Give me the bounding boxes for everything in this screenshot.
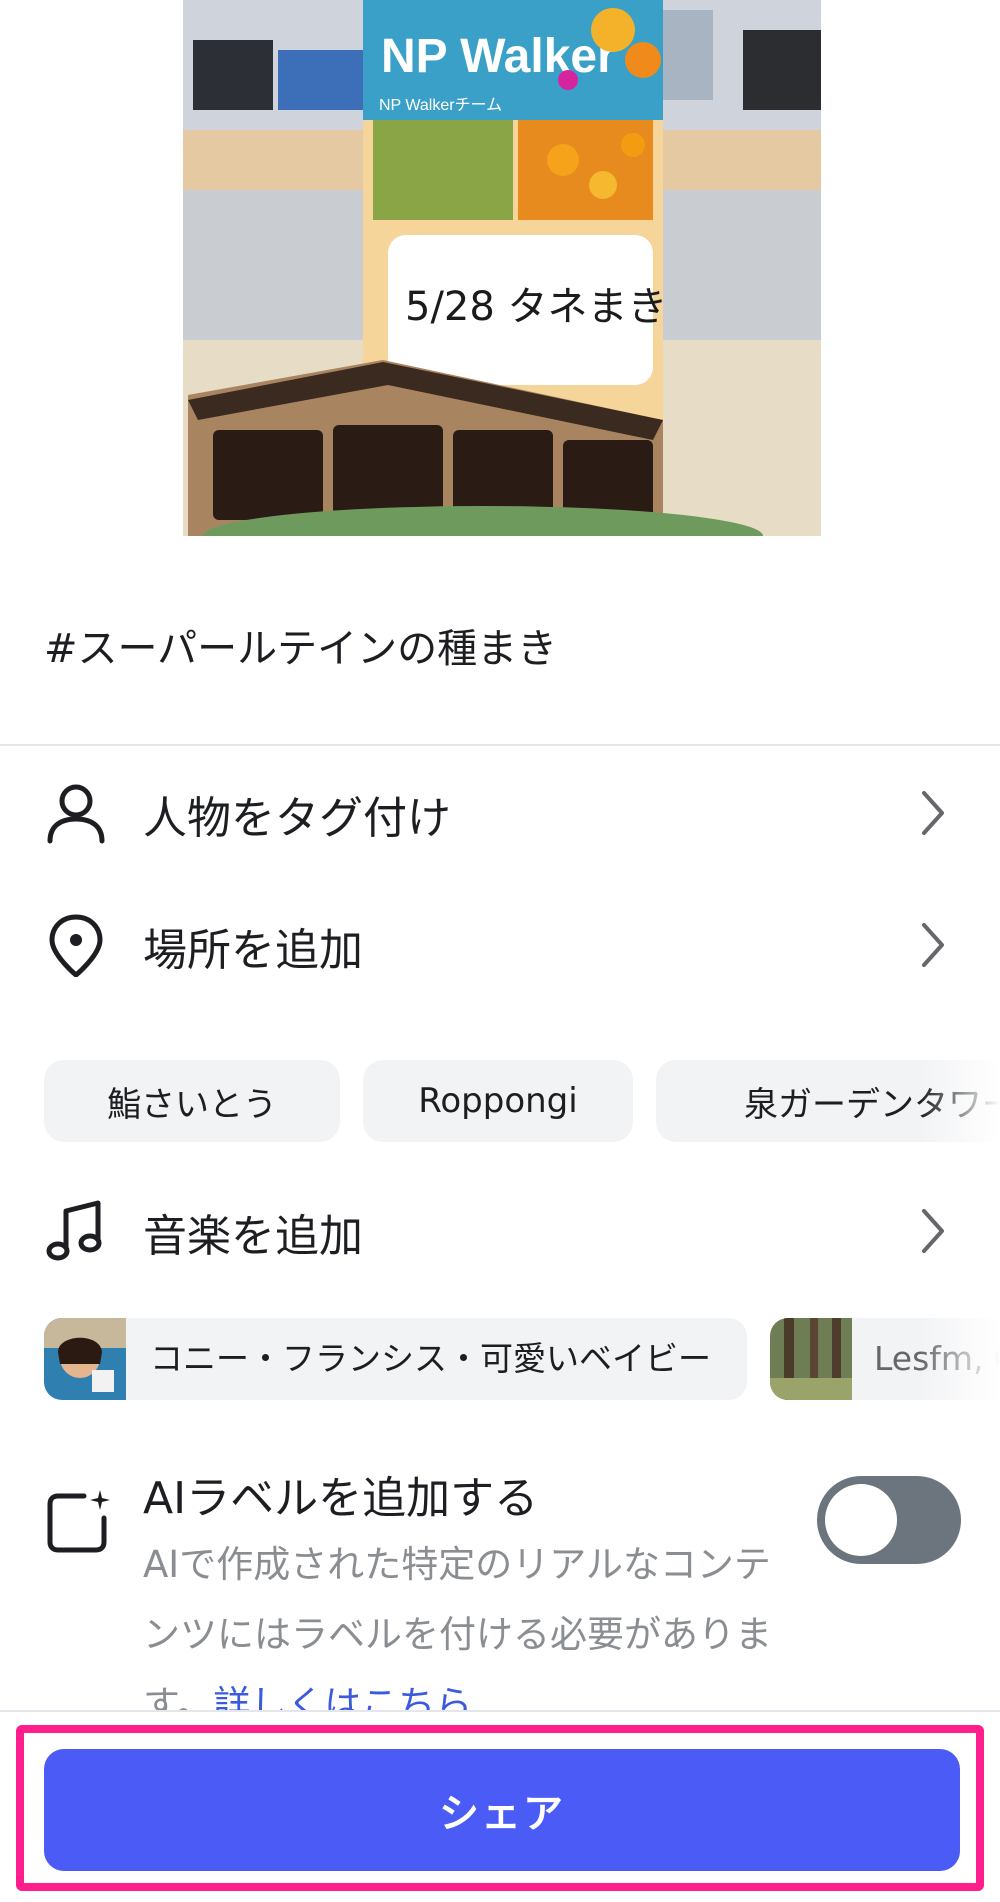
tag-people-row[interactable]: 人物をタグ付け xyxy=(0,758,1000,868)
chevron-right-icon xyxy=(922,791,944,835)
ai-label-title: AIラベルを追加する xyxy=(143,1473,539,1524)
scroll-fade xyxy=(920,1060,1000,1144)
music-suggestions: コニー・フランシス・可愛いベイビー Lesfm, C xyxy=(0,1318,1000,1402)
add-music-label: 音楽を追加 xyxy=(143,1211,363,1262)
location-pin-icon xyxy=(49,914,103,977)
post-caption[interactable]: #スーパールテインの種まき xyxy=(44,616,557,674)
ai-sparkle-icon xyxy=(47,1490,110,1553)
add-music-row[interactable]: 音楽を追加 xyxy=(0,1176,1000,1286)
scroll-fade xyxy=(920,1318,1000,1402)
ai-label-description: AIで作成された特定のリアルなコンテンツにはラベルを付ける必要があります。詳しく… xyxy=(143,1543,772,1726)
chevron-right-icon xyxy=(922,1209,944,1253)
poster-team: NP Walkerチーム xyxy=(379,97,502,114)
music-title: コニー・フランシス・可愛いベイビー xyxy=(150,1339,711,1378)
music-note-icon xyxy=(46,1200,102,1261)
music-chip[interactable]: コニー・フランシス・可愛いベイビー xyxy=(44,1318,747,1400)
ai-label-toggle[interactable] xyxy=(817,1476,961,1564)
poster-title: NP Walker xyxy=(381,30,616,83)
chevron-right-icon xyxy=(922,923,944,967)
location-suggestions: 鮨さいとう Roppongi 泉ガーデンタワー xyxy=(0,1060,1000,1144)
toggle-knob xyxy=(825,1484,897,1556)
location-chip[interactable]: Roppongi xyxy=(363,1060,633,1142)
handwritten-note: 5/28 タネまき xyxy=(405,284,668,330)
divider xyxy=(0,744,1000,746)
album-cover-icon xyxy=(44,1318,126,1400)
share-button[interactable]: シェア xyxy=(44,1749,960,1871)
person-icon xyxy=(47,784,105,844)
add-location-label: 場所を追加 xyxy=(143,925,363,976)
tag-people-label: 人物をタグ付け xyxy=(143,793,451,844)
add-location-row[interactable]: 場所を追加 xyxy=(0,890,1000,1000)
post-photo: NP Walker NP Walkerチーム 5/28 タネまき xyxy=(183,0,821,536)
forest-cover-icon xyxy=(770,1318,852,1400)
location-chip[interactable]: 鮨さいとう xyxy=(44,1060,340,1142)
